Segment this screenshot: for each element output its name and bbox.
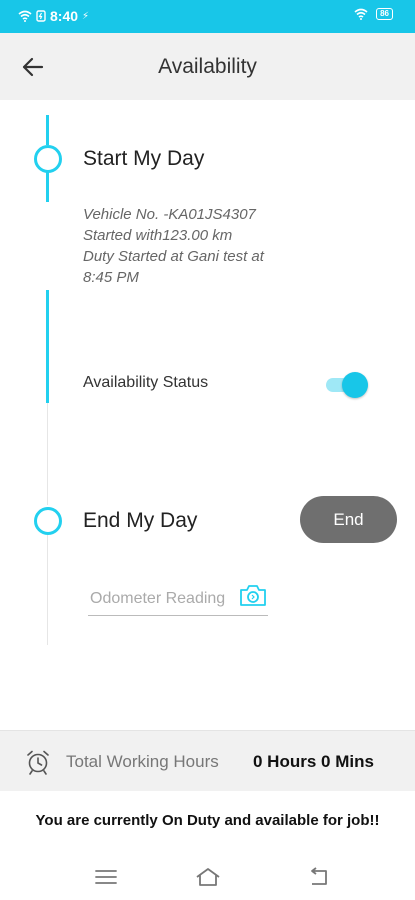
- status-bar: 8:40 ⚡ 86: [0, 0, 415, 33]
- duty-status-message: You are currently On Duty and available …: [35, 812, 380, 829]
- start-day-step-indicator: [34, 145, 62, 173]
- end-button[interactable]: End: [300, 496, 397, 543]
- start-day-details: Vehicle No. -KA01JS4307 Started with123.…: [83, 204, 283, 288]
- end-day-title: End My Day: [83, 509, 198, 532]
- home-nav-button[interactable]: [194, 865, 222, 889]
- start-day-title: Start My Day: [83, 147, 205, 170]
- working-hours-value: 0 Hours 0 Mins: [253, 752, 374, 771]
- availability-status-label: Availability Status: [83, 374, 209, 391]
- page-title: Availability: [158, 55, 257, 78]
- back-nav-button[interactable]: [304, 865, 332, 889]
- battery-icon: 86: [376, 8, 393, 20]
- start-odometer: Started with123.00 km: [83, 227, 233, 244]
- duty-started-info: Duty Started at Gani test at 8:45 PM: [83, 248, 264, 286]
- timeline-line-faint-bottom: [47, 535, 48, 645]
- camera-icon: [240, 585, 266, 606]
- timeline-line-top: [46, 115, 49, 145]
- odometer-input[interactable]: [88, 589, 242, 609]
- end-day-step-indicator: [34, 507, 62, 535]
- working-hours-label: Total Working Hours: [66, 752, 219, 771]
- charging-bolt-icon: ⚡: [82, 10, 90, 22]
- odometer-field: [88, 585, 268, 616]
- return-icon: [311, 867, 327, 885]
- working-hours-bar: Total Working Hours 0 Hours 0 Mins: [0, 730, 415, 791]
- menu-icon: [95, 870, 117, 884]
- timeline-line-middle: [46, 172, 49, 202]
- signal-icon: [354, 8, 368, 20]
- home-icon: [196, 868, 220, 886]
- status-time: 8:40: [50, 8, 79, 24]
- app-bar: Availability: [0, 33, 415, 100]
- vehicle-number: Vehicle No. -KA01JS4307: [83, 206, 256, 223]
- toggle-knob: [342, 372, 368, 398]
- timeline-line-lower: [46, 290, 49, 403]
- system-nav-bar: [0, 855, 415, 900]
- menu-nav-button[interactable]: [92, 865, 120, 889]
- timeline-line-faint: [47, 403, 48, 505]
- camera-button[interactable]: [238, 582, 268, 608]
- alarm-clock-icon: [25, 749, 51, 775]
- charging-icon: [36, 10, 46, 22]
- availability-toggle[interactable]: [326, 372, 370, 398]
- wifi-icon: [18, 10, 32, 22]
